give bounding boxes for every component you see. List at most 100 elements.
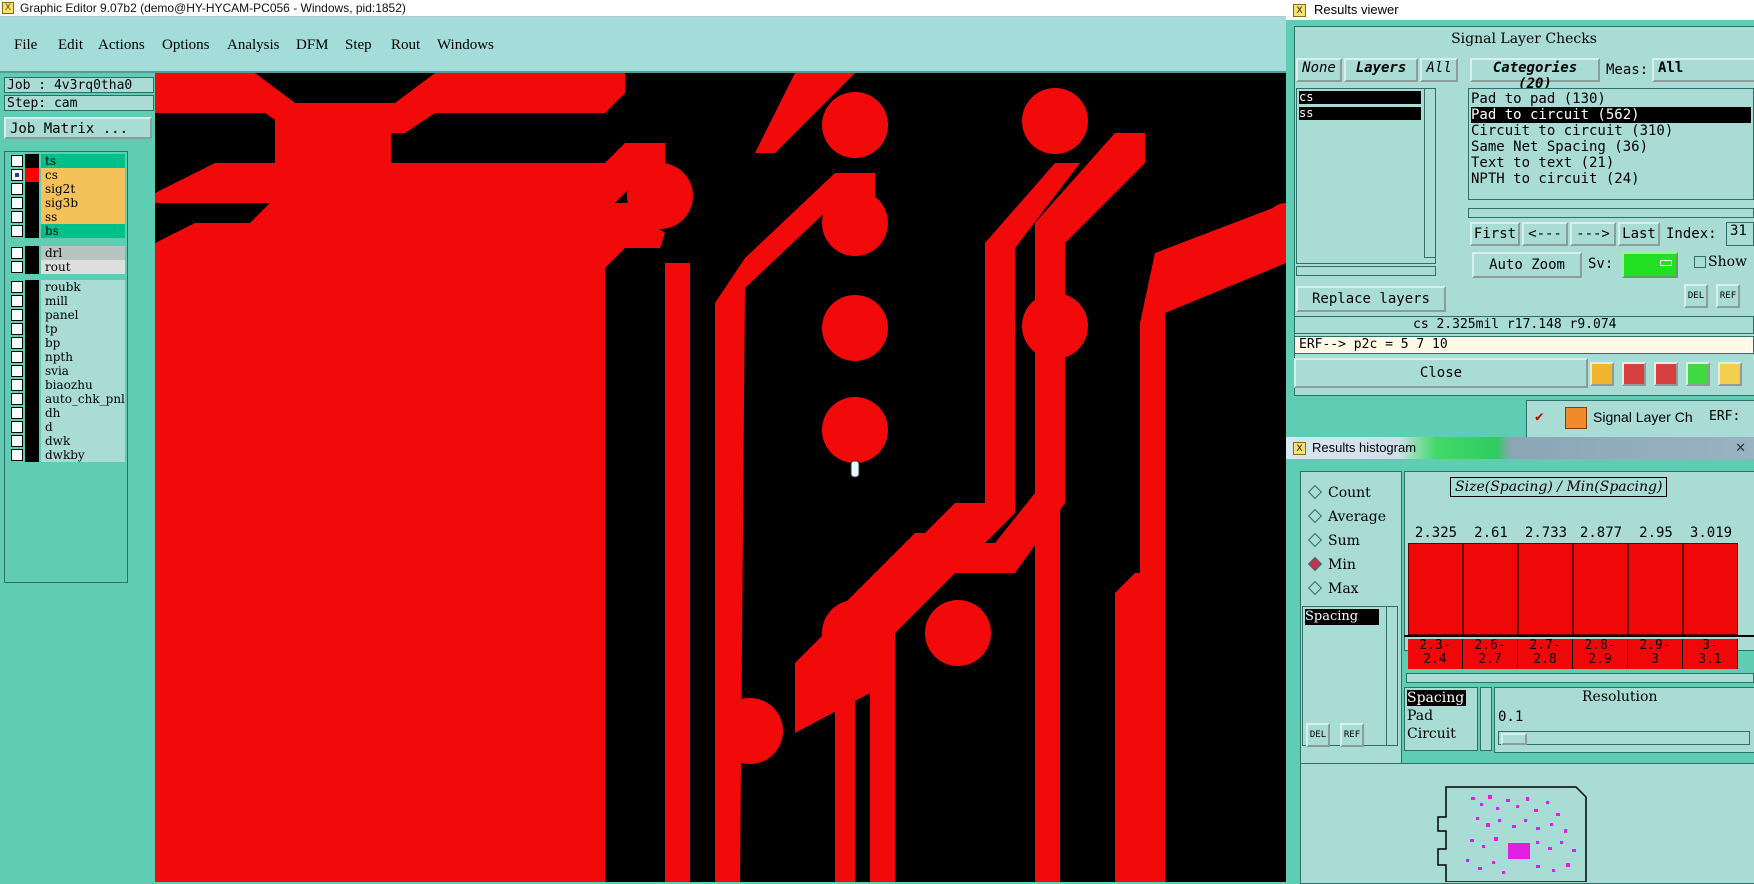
histogram-bar[interactable] xyxy=(1628,543,1683,635)
layer-row-ts[interactable]: ts xyxy=(9,154,127,168)
menu-analysis[interactable]: Analysis xyxy=(227,37,280,54)
histogram-mode-average[interactable]: Average xyxy=(1307,508,1386,525)
layer-row-svia[interactable]: svia xyxy=(9,364,127,378)
del-icon[interactable]: DEL xyxy=(1306,723,1330,747)
layer-checkbox[interactable] xyxy=(11,197,23,209)
resolution-slider-handle[interactable] xyxy=(1501,733,1527,745)
layer-row-d[interactable]: d xyxy=(9,420,127,434)
layer-name[interactable]: biaozhu xyxy=(41,378,125,392)
layer-checkbox[interactable] xyxy=(11,309,23,321)
histogram-bar[interactable] xyxy=(1463,543,1518,635)
histogram-mode-min[interactable]: Min xyxy=(1307,556,1356,573)
result-layer-item[interactable]: cs xyxy=(1299,91,1421,104)
layer-name[interactable]: npth xyxy=(41,350,125,364)
histogram-list-item[interactable]: Spacing xyxy=(1305,609,1379,625)
layer-name[interactable]: roubk xyxy=(41,280,125,294)
histogram-mode-count[interactable]: Count xyxy=(1307,484,1371,501)
layer-row-ss[interactable]: ss xyxy=(9,210,127,224)
layer-row-dwk[interactable]: dwk xyxy=(9,434,127,448)
layer-row-biaozhu[interactable]: biaozhu xyxy=(9,378,127,392)
layer-checkbox[interactable] xyxy=(11,169,23,181)
category-item[interactable]: Pad to circuit (562) xyxy=(1471,107,1751,123)
layer-checkbox[interactable] xyxy=(11,351,23,363)
menu-rout[interactable]: Rout xyxy=(391,37,420,54)
histogram-meas-list[interactable]: Spacing Pad Circuit xyxy=(1404,687,1478,751)
histogram-bar[interactable] xyxy=(1518,543,1573,635)
layer-name[interactable]: dwk xyxy=(41,434,125,448)
next-button[interactable]: ---> xyxy=(1570,222,1616,246)
del-icon[interactable]: DEL xyxy=(1684,284,1708,308)
index-field[interactable]: 31 xyxy=(1726,222,1754,246)
layer-list-vscroll[interactable] xyxy=(1424,88,1436,258)
layer-name[interactable]: sig3b xyxy=(41,196,125,210)
layer-name[interactable]: ss xyxy=(41,210,125,224)
layer-row-drl[interactable]: drl xyxy=(9,246,127,260)
layer-checkbox[interactable] xyxy=(11,421,23,433)
layer-checkbox[interactable] xyxy=(11,281,23,293)
category-item[interactable]: Text to text (21) xyxy=(1471,155,1751,171)
menu-actions[interactable]: Actions xyxy=(98,37,145,54)
layer-name[interactable]: auto_chk_pnl xyxy=(41,392,125,406)
histogram-list-vscroll[interactable] xyxy=(1386,606,1398,746)
category-list[interactable]: Pad to pad (130) Pad to circuit (562) Circ… xyxy=(1468,88,1754,200)
category-item[interactable]: Same Net Spacing (36) xyxy=(1471,139,1751,155)
layer-name[interactable]: panel xyxy=(41,308,125,322)
menu-edit[interactable]: Edit xyxy=(58,37,83,54)
layers-button[interactable]: Layers xyxy=(1344,58,1418,82)
minimized-check-window[interactable]: ✔ Signal Layer Ch ERF: xyxy=(1526,400,1754,438)
layer-checkbox[interactable] xyxy=(11,379,23,391)
layer-row-mill[interactable]: mill xyxy=(9,294,127,308)
auto-zoom-select[interactable]: Auto Zoom xyxy=(1472,252,1582,278)
layer-result-list[interactable]: cs ss xyxy=(1296,88,1436,264)
menu-file[interactable]: File xyxy=(14,37,37,54)
histogram-title-bar[interactable]: X Results histogram ✕ xyxy=(1286,437,1754,459)
menu-options[interactable]: Options xyxy=(162,37,210,54)
layer-list-hscroll[interactable] xyxy=(1296,266,1436,276)
histogram-mode-max[interactable]: Max xyxy=(1307,580,1359,597)
none-button[interactable]: None xyxy=(1296,58,1342,82)
layer-row-auto_chk_pnl[interactable]: auto_chk_pnl xyxy=(9,392,127,406)
layer-name[interactable]: drl xyxy=(41,246,125,260)
prev-button[interactable]: <--- xyxy=(1522,222,1568,246)
layer-checkbox[interactable] xyxy=(11,295,23,307)
layer-row-cs[interactable]: cs xyxy=(9,168,127,182)
ref-icon[interactable]: REF xyxy=(1340,723,1364,747)
layer-name[interactable]: ts xyxy=(41,154,125,168)
result-layer-item[interactable]: ss xyxy=(1299,107,1421,120)
layer-name[interactable]: dwkby xyxy=(41,448,125,462)
layer-checkbox[interactable] xyxy=(11,407,23,419)
last-button[interactable]: Last xyxy=(1618,222,1660,246)
all-layers-button[interactable]: All xyxy=(1420,58,1458,82)
meas-select[interactable]: All xyxy=(1652,58,1754,82)
category-item[interactable]: Circuit to circuit (310) xyxy=(1471,123,1751,139)
close-icon[interactable]: ✕ xyxy=(1735,437,1746,459)
layer-name[interactable]: tp xyxy=(41,322,125,336)
histogram-bar[interactable] xyxy=(1683,543,1738,635)
show-checkbox[interactable] xyxy=(1694,256,1706,268)
layer-checkbox[interactable] xyxy=(11,337,23,349)
resolution-slider[interactable] xyxy=(1498,731,1750,745)
meas-list-item[interactable]: Circuit xyxy=(1407,726,1458,742)
menu-step[interactable]: Step xyxy=(345,37,372,54)
notes-icon[interactable] xyxy=(1718,362,1742,386)
menu-dfm[interactable]: DFM xyxy=(296,37,329,54)
meas-list-vscroll[interactable] xyxy=(1480,687,1492,751)
layer-name[interactable]: bs xyxy=(41,224,125,238)
layer-checkbox[interactable] xyxy=(11,261,23,273)
layer-name[interactable]: rout xyxy=(41,260,125,274)
report-tool-icon[interactable] xyxy=(1622,362,1646,386)
severity-color-select[interactable] xyxy=(1622,252,1678,278)
layer-checkbox[interactable] xyxy=(11,365,23,377)
close-button[interactable]: Close xyxy=(1294,358,1588,388)
highlight-tool-icon[interactable] xyxy=(1590,362,1614,386)
histogram-bar[interactable] xyxy=(1408,543,1463,635)
layer-row-roubk[interactable]: roubk xyxy=(9,280,127,294)
layer-row-dh[interactable]: dh xyxy=(9,406,127,420)
results-viewer-title-bar[interactable]: X Results viewer xyxy=(1286,0,1754,20)
layer-checkbox[interactable] xyxy=(11,393,23,405)
numbered-list-icon[interactable] xyxy=(1686,362,1710,386)
layer-checkbox[interactable] xyxy=(11,449,23,461)
layer-row-sig2t[interactable]: sig2t xyxy=(9,182,127,196)
histogram-bar[interactable] xyxy=(1573,543,1628,635)
meas-list-item[interactable]: Pad xyxy=(1407,708,1435,724)
